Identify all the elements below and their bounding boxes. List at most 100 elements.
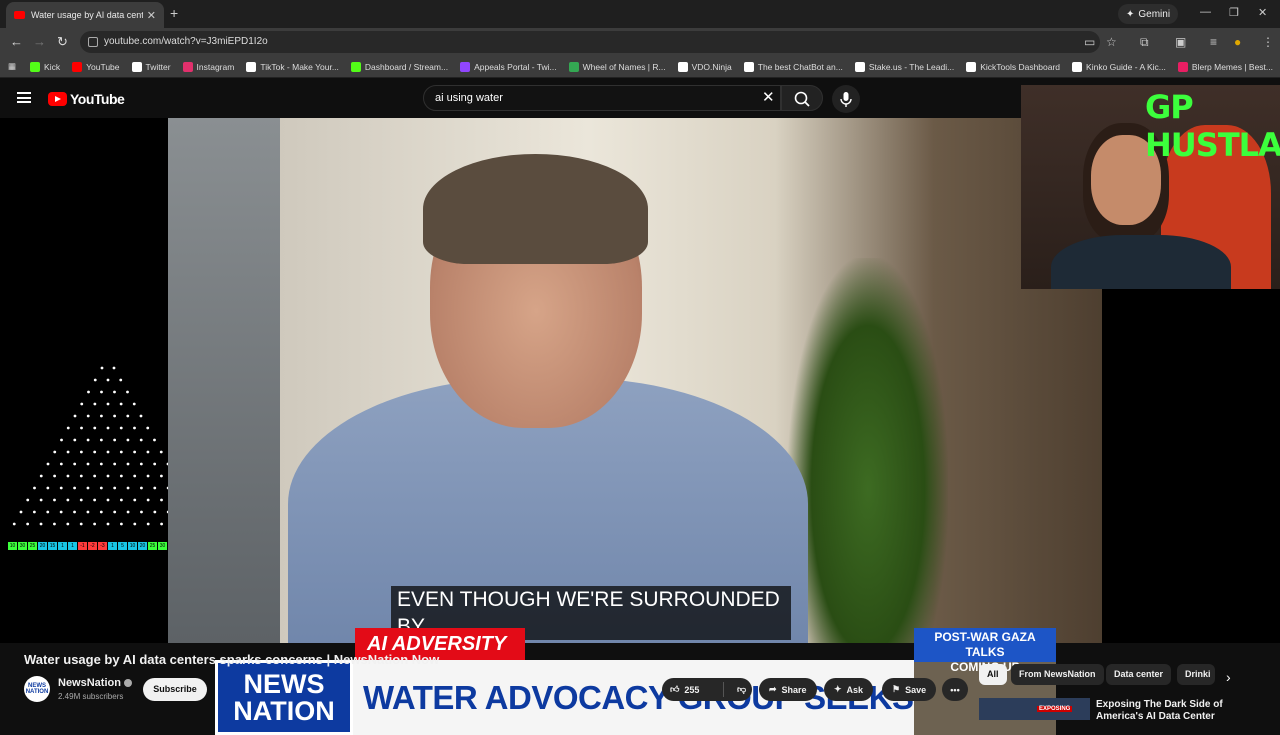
- bookmark-favicon-icon: [677, 61, 688, 72]
- video-frame[interactable]: [168, 118, 1102, 643]
- youtube-favicon-icon: [14, 11, 25, 19]
- bookmark-item[interactable]: Kinko Guide - A Kic...: [1072, 61, 1166, 72]
- score-strip: 103025201511-1-2-3151020253010: [8, 542, 177, 550]
- browser-tab[interactable]: Water usage by AI data centers ✕: [6, 2, 164, 28]
- bookmark-item[interactable]: KickTools Dashboard: [966, 61, 1061, 72]
- search-button[interactable]: [781, 85, 823, 111]
- youtube-play-logo-icon: [48, 92, 67, 106]
- bookmark-label: Kinko Guide - A Kic...: [1086, 61, 1166, 72]
- close-tab-icon[interactable]: ✕: [147, 9, 156, 22]
- like-dislike-group: 👍︎ 255 👎︎: [662, 678, 752, 701]
- decorative-dot: [146, 450, 150, 454]
- subscribe-button[interactable]: Subscribe: [143, 678, 207, 701]
- share-button[interactable]: ➦ Share: [759, 678, 817, 701]
- decorative-dot: [100, 414, 103, 418]
- bookmark-item[interactable]: Blerp Memes | Best...: [1177, 61, 1273, 72]
- chip-drinking[interactable]: Drinki: [1177, 664, 1215, 685]
- decorative-dot: [133, 522, 137, 526]
- bookmark-item[interactable]: The best ChatBot an...: [743, 61, 843, 72]
- bookmark-favicon-icon: [854, 61, 865, 72]
- chip-from-newsnation[interactable]: From NewsNation: [1011, 664, 1104, 685]
- decorative-dot: [73, 510, 76, 514]
- decorative-dot: [80, 402, 84, 406]
- decorative-dot: [113, 414, 116, 418]
- back-icon[interactable]: ←: [10, 34, 23, 49]
- clear-search-icon[interactable]: ✕: [762, 88, 775, 106]
- bookmark-favicon-icon: [131, 61, 142, 72]
- score-cell: 10: [8, 542, 17, 550]
- youtube-logo[interactable]: YouTube: [48, 91, 125, 107]
- decorative-dot: [119, 474, 123, 478]
- like-button[interactable]: 👍︎ 255: [662, 684, 718, 695]
- media-icon[interactable]: ≡: [1210, 35, 1217, 49]
- bookmark-item[interactable]: Kick: [30, 61, 60, 72]
- bookmark-star-icon[interactable]: ☆: [1106, 35, 1117, 49]
- sidepanel-icon[interactable]: ▣: [1175, 35, 1186, 49]
- chevron-right-icon[interactable]: ›: [1226, 669, 1231, 685]
- decorative-dot: [80, 426, 83, 430]
- bookmark-item[interactable]: Wheel of Names | R...: [568, 61, 666, 72]
- recommended-title[interactable]: Exposing The Dark Side of America's AI D…: [1096, 699, 1268, 723]
- decorative-dot: [146, 522, 150, 526]
- decorative-dot: [119, 378, 123, 382]
- decorative-dot: [39, 522, 43, 526]
- webcam-overlay: GP HUSTLA: [1021, 85, 1280, 289]
- decorative-dot: [146, 498, 150, 502]
- decorative-dot: [99, 486, 103, 490]
- thumbnail-badge: EXPOSING: [1037, 706, 1073, 712]
- bookmark-item[interactable]: TikTok - Make Your...: [246, 61, 339, 72]
- decorative-dot: [19, 510, 23, 514]
- decorative-dot: [112, 366, 116, 370]
- recommended-thumbnail[interactable]: EXPOSING: [979, 698, 1090, 720]
- channel-avatar[interactable]: NEWS NATION: [24, 676, 50, 702]
- minimize-icon[interactable]: —: [1200, 6, 1211, 18]
- apps-grid-icon[interactable]: ▦: [8, 61, 16, 72]
- decorative-dot: [106, 402, 110, 406]
- bookmark-label: TikTok - Make Your...: [260, 61, 339, 72]
- profile-avatar-icon[interactable]: ●: [1234, 35, 1241, 49]
- new-tab-button[interactable]: +: [170, 5, 178, 21]
- bookmark-item[interactable]: Instagram: [182, 61, 234, 72]
- decorative-dot: [146, 426, 150, 430]
- cast-icon[interactable]: ▭: [1084, 35, 1095, 49]
- logo-line-2: NATION: [233, 695, 335, 726]
- bookmark-item[interactable]: Dashboard / Stream...: [350, 61, 448, 72]
- decorative-dot: [79, 474, 83, 478]
- window-close-icon[interactable]: ✕: [1258, 6, 1267, 19]
- save-button[interactable]: ⚑ Save: [882, 678, 937, 701]
- forward-icon[interactable]: →: [33, 34, 46, 49]
- channel-name[interactable]: NewsNation: [58, 677, 132, 689]
- chip-all[interactable]: All: [979, 664, 1007, 685]
- gemini-button[interactable]: ✦ Gemini: [1118, 4, 1179, 24]
- site-info-icon[interactable]: [88, 37, 98, 47]
- bookmark-label: KickTools Dashboard: [980, 61, 1061, 72]
- bookmark-item[interactable]: Twitter: [131, 61, 171, 72]
- channel-name-text: NewsNation: [58, 677, 121, 689]
- decorative-dot: [139, 438, 143, 442]
- reload-icon[interactable]: ↻: [57, 34, 68, 50]
- url-bar[interactable]: youtube.com/watch?v=J3miEPD1I2o: [80, 31, 1100, 53]
- dislike-button[interactable]: 👎︎: [729, 684, 746, 695]
- chip-data-center[interactable]: Data center: [1106, 664, 1172, 685]
- decorative-dot: [106, 498, 110, 502]
- bookmark-item[interactable]: VDO.Ninja: [677, 61, 732, 72]
- address-toolbar: ← → ↻ youtube.com/watch?v=J3miEPD1I2o ▭ …: [0, 28, 1280, 56]
- decorative-dot: [126, 390, 129, 394]
- search-input[interactable]: ai using water: [423, 85, 781, 111]
- bookmark-favicon-icon: [568, 61, 579, 72]
- ask-button[interactable]: ✦ Ask: [824, 678, 874, 701]
- menu-kebab-icon[interactable]: ⋮: [1262, 35, 1274, 49]
- bookmark-item[interactable]: Appeals Portal - Twi...: [460, 61, 557, 72]
- decorative-dot: [39, 498, 43, 502]
- bookmark-item[interactable]: Stake.us - The Leadi...: [854, 61, 954, 72]
- voice-search-button[interactable]: [832, 85, 860, 113]
- more-actions-button[interactable]: •••: [942, 678, 968, 701]
- restore-icon[interactable]: ❐: [1229, 6, 1239, 19]
- hamburger-menu-icon[interactable]: [17, 92, 31, 103]
- gemini-label: Gemini: [1138, 8, 1171, 20]
- decorative-dot: [113, 390, 116, 394]
- decorative-dot: [26, 522, 30, 526]
- decorative-dot: [133, 474, 137, 478]
- bookmark-item[interactable]: YouTube: [72, 61, 120, 72]
- extensions-icon[interactable]: ⧉: [1140, 35, 1149, 50]
